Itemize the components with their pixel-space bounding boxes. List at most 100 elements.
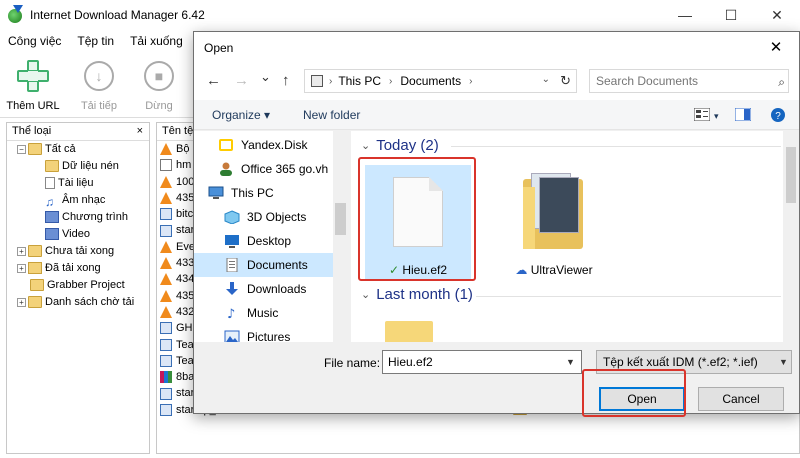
category-header: Thể loại × [7, 123, 149, 141]
address-bar[interactable]: › This PC › Documents › ⌄ ↻ [304, 69, 577, 93]
folder-tile-ultraviewer[interactable]: ☁ UltraViewer [501, 165, 607, 281]
doc-file-icon [160, 159, 172, 172]
nav-item-pc[interactable]: This PC [194, 181, 334, 205]
dialog-close-button[interactable]: ✕ [753, 32, 799, 62]
category-item[interactable]: Dữ liệu nén [7, 158, 149, 175]
category-item[interactable]: + Đã tải xong [7, 260, 149, 277]
view-options-chevron-icon[interactable]: ▾ [714, 111, 719, 122]
category-item[interactable]: ♫ Âm nhạc [7, 192, 149, 209]
category-panel: Thể loại × − Tất cả Dữ liệu nén Tài liệu ♫ Âm… [6, 122, 150, 454]
expand-icon[interactable]: + [17, 246, 26, 256]
category-icon [28, 143, 42, 156]
menu-item-file[interactable]: Tệp tin [69, 34, 122, 48]
back-arrow-icon[interactable]: ← [206, 72, 221, 89]
vlc-file-icon [160, 191, 172, 204]
close-category-panel-icon[interactable]: × [137, 123, 143, 140]
file-view: ⌄ Today (2) ✓ Hieu.ef2 ☁ UltraViewer ⌄ L… [351, 131, 799, 342]
category-item[interactable]: Video [7, 226, 149, 243]
download-file-name: 8ba [176, 371, 195, 384]
category-label: Chưa tải xong [45, 245, 115, 257]
download-file-name: 433 [176, 257, 195, 270]
exe-file-icon [160, 208, 172, 221]
preview-pane-icon[interactable] [734, 107, 752, 122]
change-view-icon[interactable] [693, 107, 711, 122]
refresh-icon[interactable]: ↻ [560, 73, 571, 89]
category-item[interactable]: − Tất cả [7, 141, 149, 158]
file-name-dropdown-icon[interactable]: ▼ [566, 357, 575, 367]
menu-item-tasks[interactable]: Công việc [0, 34, 69, 48]
stop-button[interactable]: ■ Dừng [134, 58, 184, 112]
vlc-file-icon [160, 143, 172, 156]
category-icon [45, 177, 55, 190]
vlc-file-icon [160, 306, 172, 319]
nav-item-label: Office 365 go.vh [241, 162, 329, 176]
collapse-icon[interactable]: − [17, 144, 26, 154]
category-label: Chương trình [62, 211, 128, 223]
up-arrow-icon[interactable]: ↑ [282, 72, 290, 89]
category-icon [45, 228, 59, 241]
breadcrumb-documents[interactable]: Documents [400, 74, 461, 88]
minimize-button[interactable]: — [662, 0, 708, 30]
category-icon [28, 245, 42, 258]
category-item[interactable]: Chương trình [7, 209, 149, 226]
download-file-name: star [176, 387, 195, 400]
nav-item-pictures[interactable]: Pictures [194, 325, 334, 342]
category-item[interactable]: + Danh sách chờ tải [7, 294, 149, 311]
new-folder-button[interactable]: New folder [303, 108, 360, 122]
file-view-scrollbar[interactable] [783, 131, 799, 342]
file-type-dropdown-icon[interactable]: ▼ [779, 357, 788, 367]
stop-icon: ■ [141, 58, 177, 94]
nav-item-yandex[interactable]: Yandex.Disk [194, 133, 334, 157]
maximize-button[interactable]: ☐ [708, 0, 754, 30]
menu-item-downloads[interactable]: Tải xuống [122, 34, 191, 48]
nav-item-desktop[interactable]: Desktop [194, 229, 334, 253]
chevron-down-icon: ⌄ [361, 289, 371, 301]
rar-file-icon [160, 371, 172, 384]
breadcrumb-this-pc[interactable]: This PC [338, 74, 381, 88]
pc-icon [208, 186, 224, 200]
nav-item-label: Downloads [247, 282, 307, 296]
category-label: Video [62, 228, 90, 240]
download-file-name: Tea [176, 338, 194, 351]
nav-item-cube[interactable]: 3D Objects [194, 205, 334, 229]
navigation-pane-scrollbar[interactable] [333, 131, 348, 342]
forward-arrow-icon[interactable]: → [234, 72, 249, 89]
cancel-button[interactable]: Cancel [698, 387, 784, 411]
file-name-input[interactable] [382, 350, 582, 374]
download-file-name: 435 [176, 289, 195, 302]
category-icon [28, 296, 42, 309]
group-today[interactable]: ⌄ Today (2) [361, 137, 439, 154]
this-pc-icon [311, 75, 323, 87]
category-item[interactable]: + Chưa tải xong [7, 243, 149, 260]
nav-item-music[interactable]: ♪ Music [194, 301, 334, 325]
add-url-button[interactable]: Thêm URL [2, 58, 64, 112]
download-file-name: star [176, 224, 195, 237]
category-label: Tất cả [45, 143, 76, 155]
category-item[interactable]: Grabber Project [7, 277, 149, 294]
recent-locations-chevron-icon[interactable]: ⌄ [260, 69, 271, 85]
category-icon [45, 211, 59, 224]
nav-item-downloads[interactable]: Downloads [194, 277, 334, 301]
address-dropdown-icon[interactable]: ⌄ [542, 74, 550, 85]
expand-icon[interactable]: + [17, 297, 26, 307]
resume-button[interactable]: ↓ Tải tiếp [68, 58, 130, 112]
documents-icon [224, 257, 240, 273]
vlc-file-icon [160, 175, 172, 188]
nav-item-label: This PC [231, 186, 274, 200]
search-input[interactable] [589, 69, 789, 93]
close-button[interactable]: ✕ [754, 0, 800, 30]
plus-icon [15, 58, 51, 94]
expand-icon[interactable]: + [17, 263, 26, 273]
category-item[interactable]: Tài liệu [7, 175, 149, 192]
file-name-label: File name: [324, 356, 381, 370]
exe-file-icon [160, 224, 172, 237]
idm-logo-icon [8, 5, 24, 23]
download-file-name: 100 [176, 175, 195, 188]
dialog-footer: File name: ▼ Tệp kết xuất IDM (*.ef2; *.… [194, 342, 799, 417]
organize-button[interactable]: Organize ▾ [212, 108, 270, 122]
nav-item-documents[interactable]: Documents [194, 253, 334, 277]
group-last-month[interactable]: ⌄ Last month (1) [361, 286, 473, 303]
nav-item-user[interactable]: Office 365 go.vh [194, 157, 334, 181]
svg-text:♪: ♪ [227, 307, 235, 320]
help-icon[interactable]: ? [770, 108, 786, 122]
